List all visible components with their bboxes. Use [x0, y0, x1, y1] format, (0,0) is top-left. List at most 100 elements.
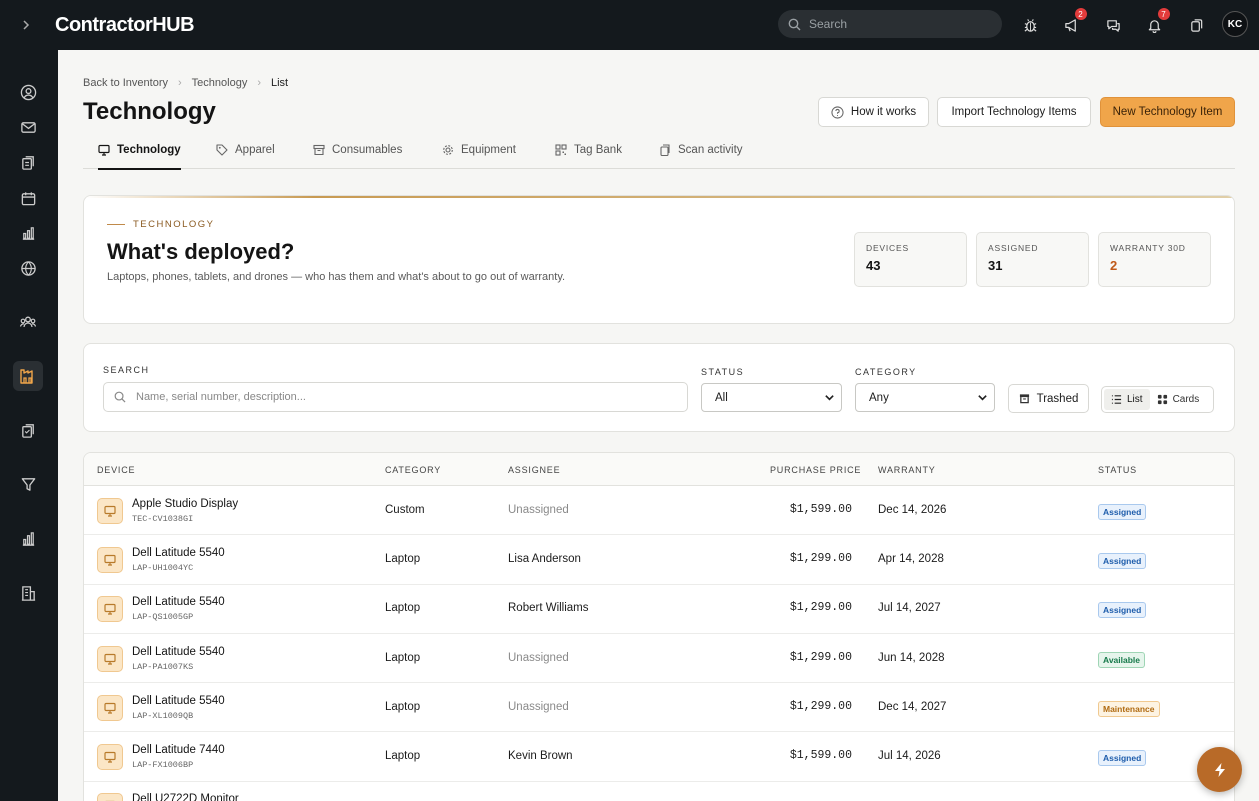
device-serial: LAP-XL1009QB [132, 710, 194, 721]
breadcrumb-technology[interactable]: Technology [192, 77, 248, 89]
monitor-icon [98, 144, 110, 156]
bug-report-button[interactable] [1016, 11, 1044, 39]
new-technology-item-button[interactable]: New Technology Item [1100, 97, 1235, 127]
sidebar-item-profile[interactable] [13, 77, 43, 107]
stat-label: ASSIGNED [988, 243, 1039, 253]
chevron-right-icon: › [178, 77, 182, 89]
how-it-works-button[interactable]: How it works [818, 97, 929, 127]
tab-equipment[interactable]: Equipment [442, 144, 516, 156]
status-badge: Available [1098, 651, 1146, 668]
tab-consumables[interactable]: Consumables [313, 144, 402, 156]
device-name[interactable]: Dell U2722D Monitor [132, 793, 239, 801]
device-monitor-icon [97, 645, 123, 672]
inventory-search-input[interactable] [136, 391, 676, 403]
sidebar-item-company[interactable] [13, 578, 43, 608]
search-icon [114, 391, 126, 403]
tab-scan-activity[interactable]: Scan activity [659, 144, 743, 156]
eyebrow-text: TECHNOLOGY [133, 219, 215, 230]
column-header-purchase-price[interactable]: PURCHASE PRICE [770, 465, 861, 475]
column-header-category[interactable]: CATEGORY [385, 465, 441, 475]
top-bar: ContractorHUB Search 2 7 KC [0, 0, 1259, 50]
sidebar-item-analytics[interactable] [13, 524, 43, 554]
sidebar-item-filters[interactable] [13, 469, 43, 499]
tab-technology[interactable]: Technology [98, 144, 181, 170]
status-select[interactable]: All [701, 383, 842, 412]
sidebar-item-globe[interactable] [13, 253, 43, 283]
inventory-search-field[interactable] [103, 382, 688, 412]
column-header-warranty[interactable]: WARRANTY [878, 465, 936, 475]
user-avatar[interactable]: KC [1222, 11, 1248, 37]
table-row[interactable]: Dell Latitude 7440 LAP-FX1006BP Laptop Kevi… [84, 733, 1234, 782]
megaphone-icon [1065, 18, 1076, 32]
sidebar-item-copies[interactable] [13, 415, 43, 445]
monitor-icon [104, 653, 116, 665]
bar-chart-icon [22, 226, 34, 240]
device-name[interactable]: Dell Latitude 5540 [132, 547, 225, 559]
documents-icon [21, 155, 34, 170]
tab-label: Apparel [235, 144, 275, 156]
stat-value: 2 [1110, 258, 1118, 273]
global-search-input[interactable]: Search [778, 10, 1002, 38]
device-name[interactable]: Dell Latitude 5540 [132, 646, 225, 658]
device-assignee: Kevin Brown [508, 750, 573, 763]
tab-apparel[interactable]: Apparel [216, 144, 275, 156]
stat-label: WARRANTY 30D [1110, 243, 1186, 253]
table-row[interactable]: Dell Latitude 5540 LAP-XL1009QB Laptop Unas… [84, 683, 1234, 733]
status-badge: Assigned [1098, 503, 1147, 520]
sidebar-item-inventory[interactable] [13, 361, 43, 391]
device-name[interactable]: Dell Latitude 7440 [132, 744, 225, 756]
summary-title: What's deployed? [107, 239, 295, 264]
device-category: Laptop [385, 552, 421, 565]
quick-actions-button[interactable] [1197, 747, 1242, 792]
sidebar-item-documents[interactable] [13, 147, 43, 177]
device-serial: LAP-FX1006BP [132, 760, 194, 771]
device-category: Laptop [385, 700, 421, 713]
notifications-button[interactable]: 7 [1141, 8, 1170, 39]
category-select[interactable]: Any [855, 383, 995, 412]
view-cards-button[interactable]: Cards [1150, 389, 1207, 410]
qr-icon [555, 144, 567, 156]
breadcrumb-back-to-inventory[interactable]: Back to Inventory [83, 77, 168, 89]
grid-icon [1157, 394, 1167, 405]
device-purchase-price: $1,299.00 [789, 650, 852, 664]
announcements-badge: 2 [1074, 8, 1087, 20]
table-row[interactable]: Dell Latitude 5540 LAP-UH1004YC Laptop Lisa… [84, 535, 1234, 585]
list-icon [1111, 395, 1122, 404]
notifications-badge: 7 [1157, 8, 1170, 20]
cog-icon [443, 145, 453, 155]
table-row[interactable]: Dell Latitude 5540 LAP-QS1005GP Laptop Robe… [84, 585, 1234, 634]
device-name[interactable]: Dell Latitude 5540 [132, 695, 225, 707]
table-row[interactable]: Dell U2722D Monitor [84, 782, 1234, 801]
view-list-button[interactable]: List [1104, 389, 1150, 410]
announcements-button[interactable]: 2 [1058, 8, 1087, 39]
bar-chart-icon [22, 531, 34, 546]
trashed-button[interactable]: Trashed [1008, 384, 1089, 413]
device-category: Custom [385, 503, 425, 516]
sidebar-item-calendar[interactable] [13, 183, 43, 213]
device-monitor-icon [97, 694, 123, 721]
column-header-status[interactable]: STATUS [1098, 465, 1137, 475]
column-header-assignee[interactable]: ASSIGNEE [508, 465, 560, 475]
device-name[interactable]: Dell Latitude 5540 [132, 596, 225, 608]
status-filter-label: STATUS [701, 367, 745, 377]
sidebar-item-mail[interactable] [13, 112, 43, 142]
stat-value: 31 [988, 258, 1003, 273]
sidebar-item-reports[interactable] [13, 218, 43, 248]
sidebar-item-team[interactable] [13, 307, 43, 337]
import-technology-items-button[interactable]: Import Technology Items [937, 97, 1091, 127]
table-row[interactable]: Apple Studio Display TEC-CV1038GI Custom Un… [84, 486, 1234, 536]
page-title: Technology [83, 98, 216, 125]
table-row[interactable]: Dell Latitude 5540 LAP-PA1007KS Laptop Unas… [84, 634, 1234, 684]
expand-sidebar-button[interactable] [0, 0, 52, 50]
column-header-device[interactable]: DEVICE [97, 465, 135, 475]
device-name[interactable]: Apple Studio Display [132, 498, 238, 510]
copy-icon [1190, 18, 1202, 32]
tab-label: Tag Bank [574, 144, 622, 156]
device-warranty: Dec 14, 2027 [878, 700, 947, 713]
clipboard-button[interactable] [1182, 11, 1210, 39]
messages-button[interactable] [1099, 11, 1127, 39]
app-logo[interactable]: ContractorHUB [55, 14, 195, 37]
stat-assigned: ASSIGNED 31 [976, 232, 1089, 287]
tab-tag-bank[interactable]: Tag Bank [555, 144, 622, 156]
archive-icon [1019, 394, 1029, 404]
